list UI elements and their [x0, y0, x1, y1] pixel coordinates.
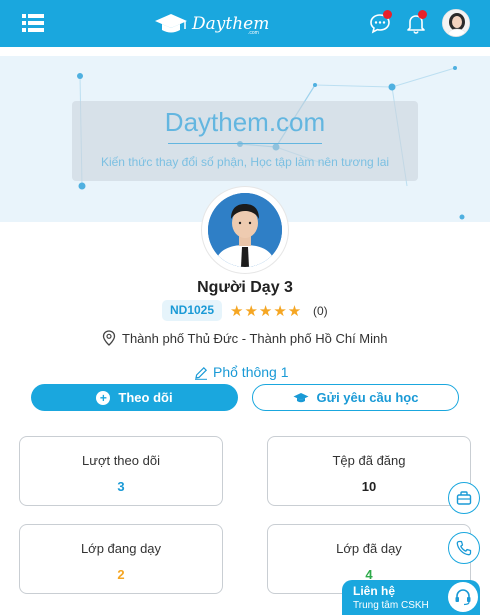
stat-label: Lượt theo dõi [82, 453, 160, 468]
send-study-request-label: Gửi yêu cầu học [316, 390, 419, 405]
plus-circle-icon: + [96, 390, 111, 405]
stat-uploaded-files[interactable]: Tệp đã đăng 10 [267, 436, 471, 506]
stat-current-classes[interactable]: Lớp đang dạy 2 [19, 524, 223, 594]
headset-icon [448, 582, 478, 612]
cover-text-box: Daythem.com Kiến thức thay đổi số phận, … [72, 101, 418, 181]
teacher-name: Người Dạy 3 [197, 279, 293, 296]
rating-stars: ★★★★★ [230, 303, 303, 320]
stat-followers[interactable]: Lượt theo dõi 3 [19, 436, 223, 506]
contact-title: Liên hệ [353, 584, 396, 598]
stat-label: Tệp đã đăng [332, 453, 406, 468]
notification-unread-dot [418, 10, 427, 19]
box-icon [456, 491, 472, 505]
location-text: Thành phố Thủ Đức - Thành phố Hồ Chí Min… [122, 331, 388, 346]
stat-value: 2 [117, 567, 125, 582]
teacher-code-badge: ND1025 [162, 300, 222, 321]
floating-box-button[interactable] [448, 482, 480, 514]
graduation-cap-icon [155, 14, 187, 33]
contact-subtitle: Trung tâm CSKH [353, 600, 429, 611]
cover-divider [168, 143, 322, 144]
follow-button-label: Theo dõi [118, 390, 173, 405]
chat-unread-dot [383, 10, 392, 19]
education-level: Phổ thông 1 [213, 364, 289, 380]
cover-title: Daythem.com [164, 107, 326, 137]
menu-icon[interactable] [22, 12, 44, 34]
follow-button[interactable]: + Theo dõi [31, 384, 238, 411]
user-avatar[interactable] [442, 9, 470, 37]
location-pin-icon [102, 330, 116, 346]
top-header: Daythem .com [0, 0, 490, 47]
floating-call-button[interactable] [448, 532, 480, 564]
site-logo[interactable]: Daythem .com [154, 10, 269, 38]
send-study-request-button[interactable]: Gửi yêu cầu học [252, 384, 459, 411]
stat-value: 3 [117, 479, 125, 494]
phone-icon [456, 540, 472, 556]
graduation-cap-icon [293, 392, 309, 402]
profile-avatar[interactable] [202, 187, 288, 273]
stat-value: 10 [361, 479, 377, 494]
cover-slogan: Kiến thức thay đổi số phận, Học tập làm … [100, 155, 390, 169]
stat-label: Lớp đang dạy [80, 541, 162, 556]
contact-support-button[interactable]: Liên hệ Trung tâm CSKH [342, 580, 480, 615]
logo-subtext: .com [248, 30, 259, 36]
review-count: (0) [313, 304, 328, 318]
stat-label: Lớp đã dạy [336, 541, 402, 556]
pencil-icon [194, 366, 208, 380]
